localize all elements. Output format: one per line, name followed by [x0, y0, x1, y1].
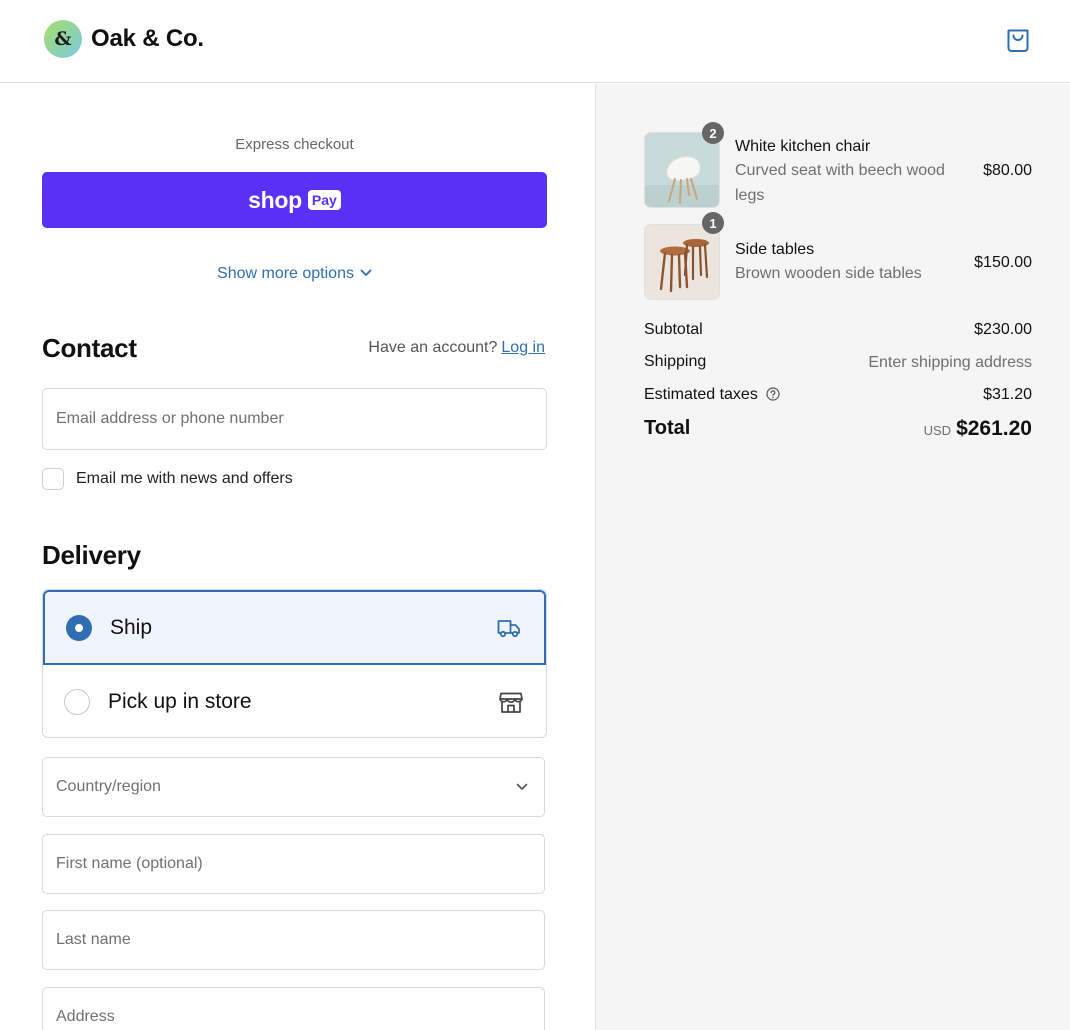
checkout-form: Express checkout shop Pay Show more opti…: [0, 84, 595, 1030]
logo-mark: &: [44, 20, 82, 58]
country-select[interactable]: Country/region: [42, 757, 545, 817]
account-prompt: Have an account? Log in: [300, 339, 545, 357]
total-amount: USD $261.20: [924, 417, 1032, 441]
total-label: Total: [644, 417, 691, 439]
login-link[interactable]: Log in: [501, 339, 545, 356]
estimated-taxes-label: Estimated taxes: [644, 386, 758, 403]
truck-icon: [496, 615, 522, 641]
delivery-heading: Delivery: [42, 540, 141, 570]
item-name: Side tables: [735, 241, 815, 258]
cart-button[interactable]: [1004, 26, 1032, 54]
item-description: Brown wooden side tables: [735, 265, 922, 282]
pickup-label: Pick up in store: [108, 690, 252, 713]
store-name: Oak & Co.: [91, 25, 204, 52]
shopping-bag-icon: [1007, 29, 1029, 52]
delivery-method-group: Ship Pick up in store: [42, 589, 547, 738]
header: & Oak & Co.: [0, 0, 1070, 83]
shipping-label: Shipping: [644, 353, 707, 370]
shipping-value: Enter shipping address: [868, 354, 1032, 371]
quantity-badge: 1: [702, 212, 724, 234]
contact-heading: Contact: [42, 333, 137, 363]
email-placeholder: Email address or phone number: [56, 410, 284, 427]
country-placeholder: Country/region: [56, 778, 161, 795]
item-price: $80.00: [983, 162, 1032, 179]
ship-radio[interactable]: [66, 614, 92, 641]
store-icon: [498, 689, 524, 715]
estimated-taxes-value: $31.20: [983, 386, 1032, 403]
chevron-down-icon: [516, 778, 528, 796]
show-more-options-label: Show more options: [217, 265, 354, 282]
shop-pay-wordmark: shop: [248, 186, 302, 213]
account-prompt-text: Have an account?: [368, 339, 498, 356]
estimated-taxes-row: Estimated taxes: [644, 386, 780, 406]
newsletter-label: Email me with news and offers: [76, 470, 293, 487]
pickup-radio[interactable]: [64, 689, 90, 715]
express-checkout-label: Express checkout: [235, 136, 354, 153]
ship-label: Ship: [110, 615, 153, 639]
shop-pay-tag: Pay: [307, 190, 341, 210]
item-description: Curved seat with beech wood legs: [735, 162, 945, 204]
newsletter-option[interactable]: Email me with news and offers: [42, 468, 293, 490]
address-placeholder: Address: [56, 1008, 115, 1025]
last-name-placeholder: Last name: [56, 931, 131, 948]
first-name-field[interactable]: First name (optional): [42, 834, 545, 894]
chevron-down-icon: [360, 264, 372, 282]
delivery-option-ship[interactable]: Ship: [43, 590, 546, 665]
total-value: $261.20: [956, 417, 1032, 440]
address-field[interactable]: Address: [42, 987, 545, 1030]
last-name-field[interactable]: Last name: [42, 910, 545, 970]
subtotal-label: Subtotal: [644, 321, 703, 338]
order-summary: 2 White kitchen chair Curved seat with b…: [595, 84, 1070, 1030]
subtotal-value: $230.00: [974, 321, 1032, 338]
side-tables-thumbnail: [645, 225, 719, 299]
quantity-badge: 2: [702, 122, 724, 144]
chair-thumbnail: [645, 133, 719, 207]
help-circle-icon[interactable]: [766, 387, 780, 406]
item-name: White kitchen chair: [735, 138, 871, 155]
first-name-placeholder: First name (optional): [56, 855, 203, 872]
newsletter-checkbox[interactable]: [42, 468, 64, 490]
item-price: $150.00: [974, 254, 1032, 271]
shop-pay-button[interactable]: shop Pay: [42, 172, 547, 228]
item-thumbnail-side-tables: [644, 224, 720, 300]
email-field[interactable]: Email address or phone number: [42, 388, 547, 450]
show-more-options-link[interactable]: Show more options: [42, 264, 547, 283]
currency-code: USD: [923, 423, 952, 438]
delivery-option-pickup[interactable]: Pick up in store: [43, 665, 546, 737]
store-logo[interactable]: & Oak & Co.: [44, 20, 204, 58]
